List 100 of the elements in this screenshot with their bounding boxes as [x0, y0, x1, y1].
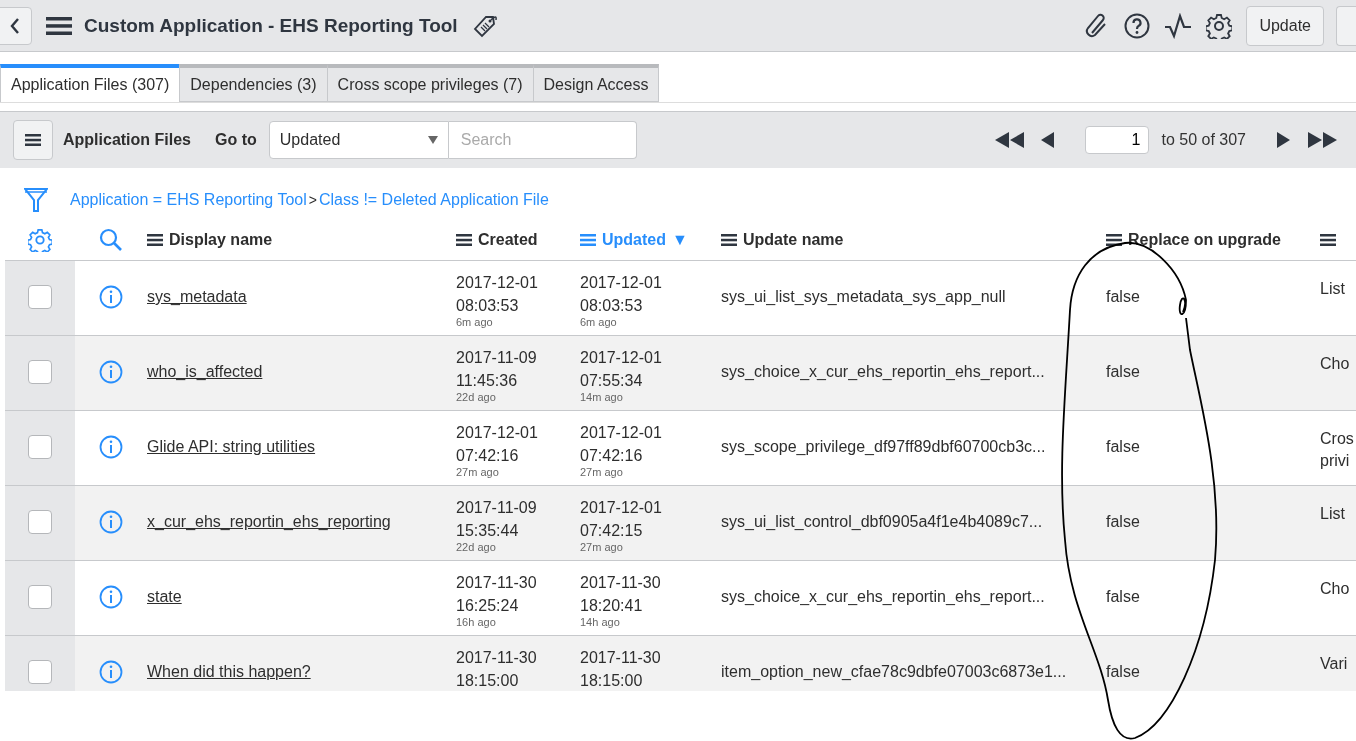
- table-cell-text: false: [1106, 437, 1141, 456]
- go-to-label: Go to: [215, 131, 257, 149]
- record-link[interactable]: When did this happen?: [147, 636, 456, 681]
- list-menu-button[interactable]: [13, 120, 53, 160]
- list-icon: [1106, 233, 1122, 247]
- page-field[interactable]: 1: [1085, 126, 1150, 154]
- table-cell-text: false: [1106, 662, 1141, 681]
- info-icon[interactable]: [99, 435, 123, 459]
- tab[interactable]: Design Access: [532, 64, 660, 102]
- relative-time: 22d ago: [456, 542, 497, 553]
- info-icon[interactable]: [99, 285, 123, 309]
- sort-indicator: ▼: [672, 231, 688, 249]
- date-text: 2017-11-30: [456, 648, 538, 668]
- tag-icon[interactable]: [471, 13, 498, 38]
- update-button[interactable]: Update: [1246, 5, 1324, 46]
- table-cell-text: sys_ui_list_control_dbf0905a4f1e4b4089c7...: [721, 512, 1044, 531]
- time-text: 07:42:16: [456, 446, 520, 466]
- relative-time: 6m ago: [580, 317, 618, 328]
- last-page-button[interactable]: [1308, 132, 1338, 148]
- row-checkbox[interactable]: [28, 360, 52, 384]
- date-text: 2017-12-01: [580, 423, 663, 443]
- time-text: 11:45:36: [456, 371, 519, 391]
- time-text: 07:42:15: [580, 521, 644, 541]
- date-text: 2017-11-30: [580, 648, 662, 668]
- list-icon: [580, 233, 596, 247]
- menu-icon[interactable]: [46, 15, 72, 36]
- back-button[interactable]: [0, 6, 32, 45]
- window-title: Custom Application - EHS Reporting Tool: [84, 14, 458, 37]
- help-icon[interactable]: [1124, 12, 1151, 39]
- record-link[interactable]: who_is_affected: [147, 336, 456, 381]
- table-cell-text: Vari: [1320, 654, 1349, 674]
- table-cell-text: false: [1106, 512, 1141, 531]
- row-checkbox[interactable]: [28, 435, 52, 459]
- go-to-select[interactable]: Updated: [268, 121, 449, 159]
- table-cell-text: Cho: [1320, 354, 1351, 374]
- record-link[interactable]: Glide API: string utilities: [147, 411, 456, 456]
- info-icon[interactable]: [99, 360, 123, 384]
- tab[interactable]: Application Files (307): [0, 64, 181, 102]
- relative-time: 22d ago: [456, 392, 497, 403]
- column-header[interactable]: Replace on upgrade: [1106, 231, 1320, 249]
- relative-time: 16h ago: [456, 617, 497, 628]
- info-icon[interactable]: [99, 660, 123, 684]
- row-checkbox[interactable]: [28, 285, 52, 309]
- table-cell-text: false: [1106, 587, 1141, 606]
- tab[interactable]: Dependencies (3): [179, 64, 328, 102]
- time-text: 18:15:00: [580, 671, 644, 691]
- table-cell-text: sys_choice_x_cur_ehs_reportin_ehs_report...: [721, 362, 1046, 381]
- record-link[interactable]: sys_metadata: [147, 261, 456, 306]
- back-icon: [10, 16, 20, 35]
- filter-icon[interactable]: [24, 187, 48, 213]
- settings-icon[interactable]: [1206, 12, 1233, 39]
- date-text: 2017-12-01: [580, 273, 663, 293]
- table-cell-text: Cho: [1320, 579, 1351, 599]
- info-icon[interactable]: [99, 585, 123, 609]
- relative-time: 27m ago: [580, 542, 624, 553]
- next-page-button[interactable]: [1276, 132, 1290, 148]
- record-link[interactable]: state: [147, 561, 456, 606]
- double-right-icon: [1308, 132, 1338, 148]
- time-text: 07:55:34: [580, 371, 644, 391]
- column-header[interactable]: Display name: [147, 231, 456, 249]
- list-icon: [147, 233, 163, 247]
- info-icon[interactable]: [99, 510, 123, 534]
- relative-time: 14h ago: [580, 617, 621, 628]
- row-checkbox[interactable]: [28, 585, 52, 609]
- pulse-icon[interactable]: [1164, 12, 1193, 39]
- previous-page-button[interactable]: [1041, 132, 1056, 148]
- date-text: 2017-12-01: [580, 348, 663, 368]
- column-header[interactable]: Created: [456, 231, 580, 249]
- list-icon: [721, 233, 737, 247]
- left-icon: [1041, 132, 1056, 148]
- row-checkbox[interactable]: [28, 510, 52, 534]
- tab[interactable]: Cross scope privileges (7): [326, 64, 534, 102]
- table-cell-text: item_option_new_cfae78c9dbfe07003c6873e1...: [721, 662, 1068, 681]
- relative-time: 6m ago: [456, 317, 494, 328]
- time-text: 08:03:53: [456, 296, 520, 316]
- date-text: 2017-11-09: [456, 498, 538, 518]
- page-range: to 50 of 307: [1161, 131, 1246, 149]
- time-text: 18:15:00: [456, 671, 520, 691]
- search-field[interactable]: Search: [448, 121, 637, 159]
- table-cell-text: sys_ui_list_sys_metadata_sys_app_null: [721, 287, 1007, 306]
- relative-time: 27m ago: [456, 467, 500, 478]
- first-page-button[interactable]: [995, 132, 1026, 148]
- row-checkbox[interactable]: [28, 660, 52, 684]
- relative-time: 27m ago: [580, 467, 624, 478]
- date-text: 2017-12-01: [456, 273, 539, 293]
- table-cell-text: false: [1106, 362, 1141, 381]
- search-icon[interactable]: [99, 228, 123, 252]
- table-cell-text: sys_scope_privilege_df97ff89dbf60700cb3c...: [721, 437, 1047, 456]
- date-text: 2017-11-30: [456, 573, 538, 593]
- double-left-icon: [995, 132, 1026, 148]
- date-text: 2017-12-01: [580, 498, 663, 518]
- record-link[interactable]: x_cur_ehs_reportin_ehs_reporting: [147, 486, 456, 531]
- caret-icon: [427, 136, 438, 144]
- relative-time: 14m ago: [580, 392, 624, 403]
- time-text: 16:25:24: [456, 596, 520, 616]
- list-title: Application Files: [63, 131, 191, 149]
- column-header[interactable]: Update name: [721, 231, 1106, 249]
- menu-icon: [25, 133, 41, 147]
- date-text: 2017-11-09: [456, 348, 538, 368]
- right-icon: [1276, 132, 1290, 148]
